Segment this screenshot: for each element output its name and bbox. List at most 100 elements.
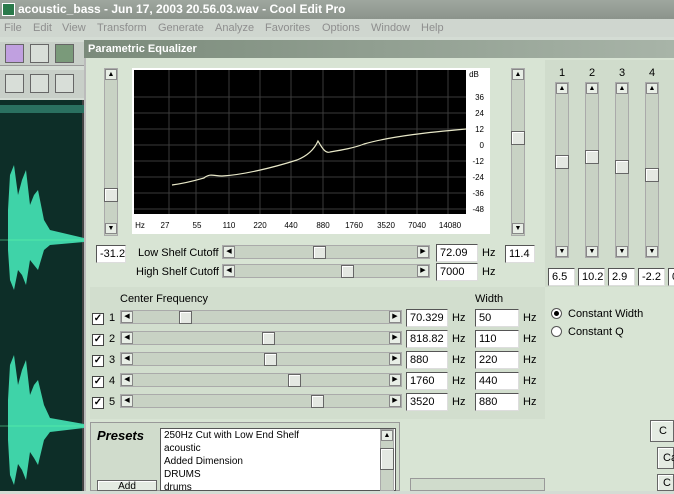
left-arrow-icon[interactable]: ◀ bbox=[223, 265, 235, 277]
band-2-frequency-slider[interactable]: ◀ ▶ bbox=[120, 331, 402, 345]
band-2-frequency-value[interactable]: 818.82 bbox=[406, 330, 448, 348]
left-arrow-icon[interactable]: ◀ bbox=[121, 311, 133, 323]
band-5-value[interactable]: 0 bbox=[668, 268, 674, 286]
preset-item[interactable]: DRUMS bbox=[164, 468, 395, 481]
preset-item[interactable]: drums bbox=[164, 481, 395, 490]
output-gain-slider[interactable] bbox=[511, 68, 525, 236]
right-arrow-icon[interactable]: ▶ bbox=[389, 332, 401, 344]
slider-down-arrow-icon[interactable]: ▼ bbox=[556, 246, 568, 257]
left-arrow-icon[interactable]: ◀ bbox=[121, 374, 133, 386]
band-5-width-value[interactable]: 880 bbox=[475, 393, 519, 411]
band-3-checkbox[interactable]: ✓ bbox=[92, 355, 104, 367]
scroll-up-arrow-icon[interactable]: ▲ bbox=[381, 430, 393, 441]
band-3-value[interactable]: 2.9 bbox=[608, 268, 635, 286]
band-1-thumb[interactable] bbox=[555, 155, 569, 169]
band-2-gain-slider[interactable] bbox=[585, 82, 599, 258]
slider-down-arrow-icon[interactable]: ▼ bbox=[105, 223, 117, 234]
band-4-frequency-thumb[interactable] bbox=[288, 374, 301, 387]
slider-down-arrow-icon[interactable]: ▼ bbox=[646, 246, 658, 257]
side-button-2[interactable]: Ca bbox=[657, 447, 674, 469]
band-5-frequency-value[interactable]: 3520 bbox=[406, 393, 448, 411]
output-gain-value[interactable]: 11.4 bbox=[505, 245, 535, 263]
band-1-width-value[interactable]: 50 bbox=[475, 309, 519, 327]
left-arrow-icon[interactable]: ◀ bbox=[121, 332, 133, 344]
low-shelf-value[interactable]: 72.09 bbox=[436, 244, 478, 262]
band-3-frequency-value[interactable]: 880 bbox=[406, 351, 448, 369]
toolbar-button-3[interactable] bbox=[55, 44, 74, 63]
menu-file[interactable]: File bbox=[4, 22, 22, 34]
master-gain-slider[interactable] bbox=[104, 68, 118, 236]
constant-q-radio[interactable] bbox=[551, 326, 562, 337]
menu-generate[interactable]: Generate bbox=[158, 22, 204, 34]
menu-edit[interactable]: Edit bbox=[33, 22, 52, 34]
right-arrow-icon[interactable]: ▶ bbox=[417, 246, 429, 258]
band-2-thumb[interactable] bbox=[585, 150, 599, 164]
high-shelf-slider[interactable]: ◀ ▶ bbox=[222, 264, 430, 278]
right-arrow-icon[interactable]: ▶ bbox=[389, 374, 401, 386]
preset-item[interactable]: Added Dimension bbox=[164, 455, 395, 468]
band-1-frequency-slider[interactable]: ◀ ▶ bbox=[120, 310, 402, 324]
slider-down-arrow-icon[interactable]: ▼ bbox=[512, 223, 524, 234]
band-4-frequency-slider[interactable]: ◀ ▶ bbox=[120, 373, 402, 387]
output-gain-thumb[interactable] bbox=[511, 131, 525, 145]
low-shelf-thumb[interactable] bbox=[313, 246, 326, 259]
band-3-frequency-thumb[interactable] bbox=[264, 353, 277, 366]
band-5-checkbox[interactable]: ✓ bbox=[92, 397, 104, 409]
toolbar-button-2[interactable] bbox=[30, 44, 49, 63]
side-button-3[interactable]: C bbox=[657, 474, 674, 491]
right-arrow-icon[interactable]: ▶ bbox=[417, 265, 429, 277]
band-1-frequency-value[interactable]: 70.329 bbox=[406, 309, 448, 327]
band-1-checkbox[interactable]: ✓ bbox=[92, 313, 104, 325]
slider-up-arrow-icon[interactable]: ▲ bbox=[616, 83, 628, 94]
right-arrow-icon[interactable]: ▶ bbox=[389, 353, 401, 365]
left-arrow-icon[interactable]: ◀ bbox=[121, 353, 133, 365]
menu-window[interactable]: Window bbox=[371, 22, 410, 34]
toolbar-button-4[interactable] bbox=[5, 74, 24, 93]
band-5-frequency-slider[interactable]: ◀ ▶ bbox=[120, 394, 402, 408]
band-5-frequency-thumb[interactable] bbox=[311, 395, 324, 408]
left-arrow-icon[interactable]: ◀ bbox=[121, 395, 133, 407]
presets-list[interactable]: 250Hz Cut with Low End Shelf acoustic Ad… bbox=[160, 428, 396, 491]
slider-down-arrow-icon[interactable]: ▼ bbox=[586, 246, 598, 257]
low-shelf-slider[interactable]: ◀ ▶ bbox=[222, 245, 430, 259]
master-gain-thumb[interactable] bbox=[104, 188, 118, 202]
menu-favorites[interactable]: Favorites bbox=[265, 22, 310, 34]
band-3-thumb[interactable] bbox=[615, 160, 629, 174]
menu-options[interactable]: Options bbox=[322, 22, 360, 34]
preset-item[interactable]: 250Hz Cut with Low End Shelf bbox=[164, 429, 395, 442]
band-4-checkbox[interactable]: ✓ bbox=[92, 376, 104, 388]
preset-item[interactable]: acoustic bbox=[164, 442, 395, 455]
band-1-frequency-thumb[interactable] bbox=[179, 311, 192, 324]
band-2-frequency-thumb[interactable] bbox=[262, 332, 275, 345]
constant-width-radio[interactable] bbox=[551, 308, 562, 319]
menu-analyze[interactable]: Analyze bbox=[215, 22, 254, 34]
right-arrow-icon[interactable]: ▶ bbox=[389, 395, 401, 407]
band-2-width-value[interactable]: 110 bbox=[475, 330, 519, 348]
band-1-gain-slider[interactable] bbox=[555, 82, 569, 258]
high-shelf-value[interactable]: 7000 bbox=[436, 263, 478, 281]
slider-up-arrow-icon[interactable]: ▲ bbox=[105, 69, 117, 80]
waveform-view[interactable] bbox=[0, 100, 84, 491]
band-2-value[interactable]: 10.2 bbox=[578, 268, 605, 286]
band-1-value[interactable]: 6.5 bbox=[548, 268, 575, 286]
side-button-1[interactable]: C bbox=[650, 420, 674, 442]
menu-transform[interactable]: Transform bbox=[97, 22, 147, 34]
speaker-icon[interactable] bbox=[55, 74, 74, 93]
slider-up-arrow-icon[interactable]: ▲ bbox=[556, 83, 568, 94]
menu-help[interactable]: Help bbox=[421, 22, 444, 34]
band-4-thumb[interactable] bbox=[645, 168, 659, 182]
band-3-frequency-slider[interactable]: ◀ ▶ bbox=[120, 352, 402, 366]
stopwatch-icon[interactable] bbox=[30, 74, 49, 93]
slider-up-arrow-icon[interactable]: ▲ bbox=[586, 83, 598, 94]
toolbar-button-1[interactable] bbox=[5, 44, 24, 63]
band-4-width-value[interactable]: 440 bbox=[475, 372, 519, 390]
left-arrow-icon[interactable]: ◀ bbox=[223, 246, 235, 258]
eq-graph[interactable]: dB 36 24 12 0 -12 -24 -36 -48 Hz 27 55 1… bbox=[132, 68, 490, 234]
master-gain-value[interactable]: -31.2 bbox=[96, 245, 126, 263]
band-3-width-value[interactable]: 220 bbox=[475, 351, 519, 369]
slider-down-arrow-icon[interactable]: ▼ bbox=[616, 246, 628, 257]
slider-up-arrow-icon[interactable]: ▲ bbox=[646, 83, 658, 94]
presets-scroll-thumb[interactable] bbox=[380, 448, 394, 470]
right-arrow-icon[interactable]: ▶ bbox=[389, 311, 401, 323]
high-shelf-thumb[interactable] bbox=[341, 265, 354, 278]
